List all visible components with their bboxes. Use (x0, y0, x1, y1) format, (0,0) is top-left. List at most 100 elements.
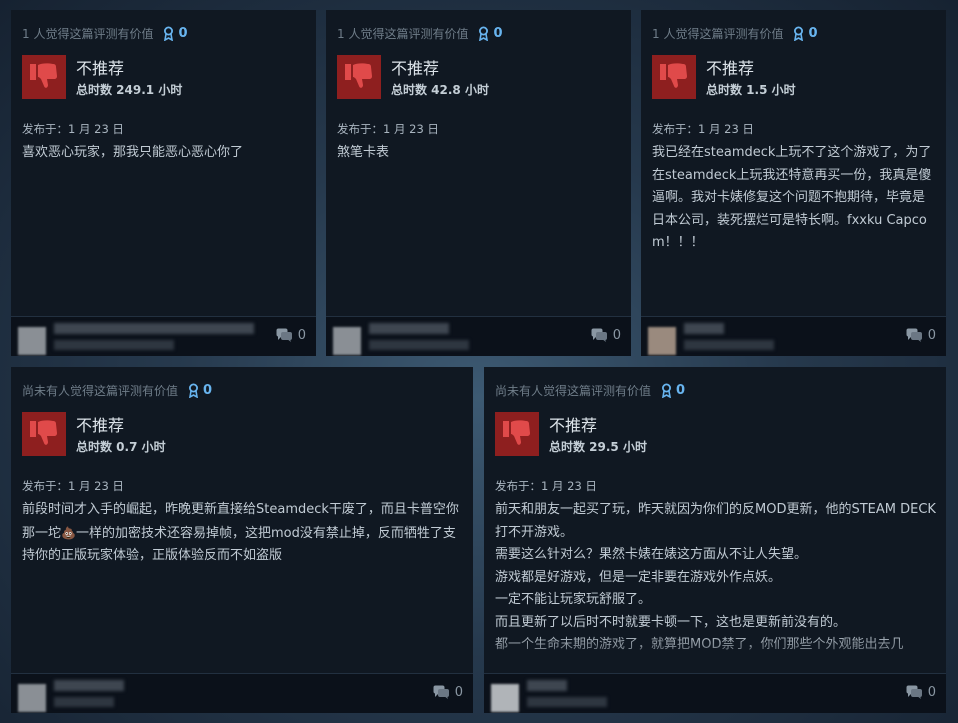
author-name-blurred (369, 323, 449, 334)
playtime: 总时数 0.7 小时 (76, 440, 166, 454)
award-button[interactable]: 0 (188, 383, 212, 398)
playtime: 总时数 29.5 小时 (549, 440, 647, 454)
author[interactable] (333, 321, 469, 355)
playtime: 总时数 249.1 小时 (76, 83, 183, 97)
thumbs-down-icon (22, 412, 66, 456)
author-name-blurred (527, 680, 567, 691)
award-icon (662, 383, 672, 398)
award-icon (164, 26, 174, 41)
comment-count: 0 (454, 685, 463, 700)
thumbs-down-icon (652, 55, 696, 99)
review-text: 一定不能让玩家玩舒服了。 (495, 592, 652, 607)
comment-count: 0 (927, 328, 936, 343)
author[interactable] (18, 321, 254, 355)
review-content[interactable]: 我已经在steamdeck上玩不了这个游戏了，为了在steamdeck上玩我还特… (652, 142, 936, 255)
review-text: 需要这么针对么？果然卡婊在婊这方面从不让人失望。 (495, 547, 808, 562)
posted-date: 发布于：1 月 23 日 (22, 479, 124, 493)
comments-button[interactable]: 0 (906, 328, 936, 343)
review-text: 游戏都是好游戏，但是一定非要在游戏外作点妖。 (495, 569, 782, 585)
helpful-count: 1 人觉得这篇评测有价值 0 (652, 25, 818, 42)
verdict[interactable]: 不推荐 总时数 29.5 小时 (495, 412, 647, 456)
avatar[interactable] (333, 327, 361, 355)
playtime: 总时数 42.8 小时 (391, 83, 489, 97)
verdict[interactable]: 不推荐 总时数 0.7 小时 (22, 412, 166, 456)
comments-button[interactable]: 0 (433, 685, 463, 700)
poop-emoji-icon: 💩 (61, 525, 76, 540)
avatar[interactable] (648, 327, 676, 355)
verdict-label: 不推荐 (391, 59, 440, 78)
verdict[interactable]: 不推荐 总时数 42.8 小时 (337, 55, 489, 99)
review-content[interactable]: 前天和朋友一起买了玩，昨天就因为你们的反MOD更新，他的STEAM DECK打不… (495, 499, 936, 673)
helpful-text: 尚未有人觉得这篇评测有价值 (22, 384, 179, 398)
posted-date: 发布于：1 月 23 日 (337, 122, 439, 136)
review-footer: 0 (484, 673, 946, 713)
review-card: 1 人觉得这篇评测有价值 0 不推荐 总时数 249.1 小时 发布于：1 月 … (11, 10, 316, 356)
author[interactable] (648, 321, 774, 355)
avatar[interactable] (491, 684, 519, 712)
comment-count: 0 (612, 328, 621, 343)
comment-icon (433, 685, 449, 699)
award-count: 0 (808, 26, 818, 41)
award-button[interactable]: 0 (478, 26, 503, 41)
helpful-count: 尚未有人觉得这篇评测有价值 0 (495, 382, 685, 399)
author-info-blurred (54, 340, 174, 350)
avatar[interactable] (18, 684, 46, 712)
review-footer: 0 (11, 673, 473, 713)
review-card: 尚未有人觉得这篇评测有价值 0 不推荐 总时数 0.7 小时 发布于：1 月 2… (11, 367, 473, 713)
award-count: 0 (493, 26, 503, 41)
award-count: 0 (203, 383, 213, 398)
thumbs-down-icon (495, 412, 539, 456)
verdict-label: 不推荐 (76, 416, 125, 435)
review-text: 喜欢恶心玩家，那我只能恶心恶心你了 (22, 145, 244, 160)
award-icon (189, 383, 199, 398)
comment-count: 0 (927, 685, 936, 700)
thumbs-down-icon (22, 55, 66, 99)
helpful-text: 1 人觉得这篇评测有价值 (652, 27, 784, 41)
review-content[interactable]: 煞笔卡表 (337, 142, 621, 165)
review-content[interactable]: 前段时间才入手的崛起，昨晚更新直接给Steamdeck干废了，而且卡普空你那一坨… (22, 499, 463, 568)
author-name-blurred (54, 323, 254, 334)
review-text: 而且更新了以后时不时就要卡顿一下，这也是更新前没有的。 (495, 614, 847, 630)
helpful-text: 尚未有人觉得这篇评测有价值 (495, 384, 652, 398)
author[interactable] (491, 678, 607, 712)
review-text: 前段时间才入手的崛起，昨晚更新直接给Steamdeck干废了，而且卡普空你那一坨… (22, 499, 463, 568)
review-footer: 0 (326, 316, 631, 356)
avatar[interactable] (18, 327, 46, 355)
award-icon (479, 26, 489, 41)
comment-icon (276, 328, 292, 342)
award-button[interactable]: 0 (793, 26, 818, 41)
comment-icon (591, 328, 607, 342)
author-info-blurred (369, 340, 469, 350)
review-footer: 0 (11, 316, 316, 356)
comments-button[interactable]: 0 (906, 685, 936, 700)
comments-button[interactable]: 0 (276, 328, 306, 343)
helpful-count: 1 人觉得这篇评测有价值 0 (22, 25, 188, 42)
verdict-label: 不推荐 (549, 416, 598, 435)
award-icon (794, 26, 804, 41)
author[interactable] (18, 678, 124, 712)
award-button[interactable]: 0 (163, 26, 188, 41)
award-button[interactable]: 0 (661, 383, 685, 398)
comment-count: 0 (297, 328, 306, 343)
posted-date: 发布于：1 月 23 日 (652, 122, 754, 136)
author-info-blurred (684, 340, 774, 350)
verdict-label: 不推荐 (706, 59, 755, 78)
review-text-part: 一样的加密技术还容易掉帧，这把mod没有禁止掉，反而牺牲了支持你的正版玩家体验，… (22, 525, 456, 564)
helpful-text: 1 人觉得这篇评测有价值 (337, 27, 469, 41)
review-content[interactable]: 喜欢恶心玩家，那我只能恶心恶心你了 (22, 142, 306, 165)
author-name-blurred (684, 323, 724, 334)
verdict[interactable]: 不推荐 总时数 249.1 小时 (22, 55, 182, 99)
playtime: 总时数 1.5 小时 (706, 83, 796, 97)
review-text: 煞笔卡表 (337, 145, 390, 160)
review-text: 我已经在steamdeck上玩不了这个游戏了，为了在steamdeck上玩我还特… (652, 145, 932, 250)
author-info-blurred (527, 697, 607, 707)
helpful-text: 1 人觉得这篇评测有价值 (22, 27, 154, 41)
verdict[interactable]: 不推荐 总时数 1.5 小时 (652, 55, 796, 99)
posted-date: 发布于：1 月 23 日 (22, 122, 124, 136)
review-text: 都一个生命末期的游戏了，就算把MOD禁了，你们那些个外观能出去几 (495, 637, 904, 652)
review-text: 前天和朋友一起买了玩，昨天就因为你们的反MOD更新，他的STEAM DECK打不… (495, 502, 936, 540)
award-count: 0 (676, 383, 686, 398)
comments-button[interactable]: 0 (591, 328, 621, 343)
author-name-blurred (54, 680, 124, 691)
verdict-label: 不推荐 (76, 59, 125, 78)
